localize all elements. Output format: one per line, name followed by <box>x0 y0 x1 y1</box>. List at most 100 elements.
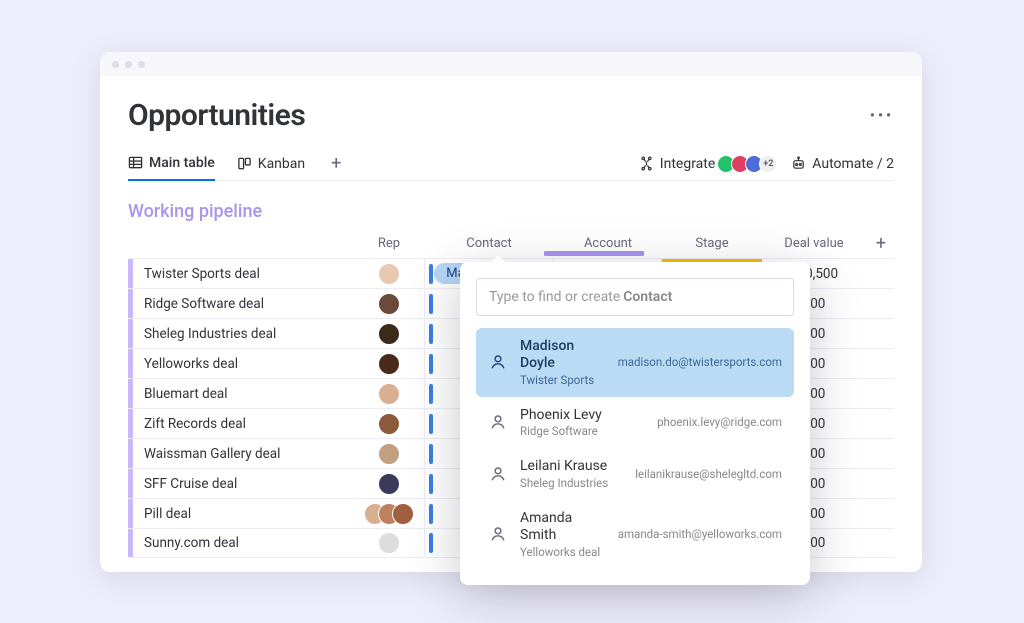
contact-option[interactable]: Amanda SmithYelloworks deal amanda-smith@… <box>476 500 794 569</box>
contact-option-email: leilanikrause@shelegltd.com <box>635 467 782 481</box>
view-tabs: Main table Kanban + <box>128 147 345 181</box>
avatar <box>378 353 400 375</box>
contact-indicator-bar <box>429 354 433 374</box>
robot-icon <box>791 156 806 171</box>
contact-option-list: Madison DoyleTwister Sports madison.do@tw… <box>476 328 794 569</box>
integrate-label: Integrate <box>660 156 716 172</box>
add-column-button[interactable]: + <box>866 233 896 254</box>
contact-indicator-bar <box>429 504 433 524</box>
traffic-light-dot <box>125 61 132 68</box>
avatar <box>378 383 400 405</box>
tab-label: Main table <box>149 155 215 171</box>
contact-option-name: Phoenix Levy <box>520 407 645 424</box>
person-icon <box>488 352 508 372</box>
contact-indicator-bar <box>429 533 433 553</box>
contact-indicator-bar <box>429 324 433 344</box>
tab-main-table[interactable]: Main table <box>128 147 215 181</box>
stage-underline-highlight <box>544 251 644 256</box>
search-placeholder-entity: Contact <box>623 289 672 305</box>
traffic-light-dot <box>112 61 119 68</box>
rep-cell[interactable] <box>354 413 424 435</box>
page-header: Opportunities ••• <box>128 98 894 133</box>
deal-name-cell[interactable]: Yelloworks deal <box>128 349 354 378</box>
rep-cell[interactable] <box>354 473 424 495</box>
contact-option-name: Amanda Smith <box>520 510 606 544</box>
more-menu-button[interactable]: ••• <box>870 104 894 128</box>
search-placeholder-prefix: Type to find or create <box>489 289 620 305</box>
contact-option-name: Leilani Krause <box>520 458 623 475</box>
deal-name-cell[interactable]: Sheleg Industries deal <box>128 319 354 348</box>
avatar <box>378 443 400 465</box>
app-window: Opportunities ••• Main table Kanban + In… <box>100 52 922 572</box>
integrate-button[interactable]: Integrate +2 <box>639 155 778 173</box>
page-title: Opportunities <box>128 98 305 133</box>
rep-cell[interactable] <box>354 383 424 405</box>
contact-option-info: Leilani KrauseSheleg Industries <box>520 458 623 490</box>
col-account[interactable]: Account <box>554 236 662 251</box>
contact-picker-popover: Type to find or create Contact Madison D… <box>460 262 810 585</box>
contact-option-name: Madison Doyle <box>520 338 606 372</box>
window-titlebar <box>100 52 922 76</box>
contact-indicator-bar <box>429 474 433 494</box>
avatar <box>378 263 400 285</box>
contact-indicator-bar <box>429 384 433 404</box>
rep-cell[interactable] <box>354 353 424 375</box>
person-icon <box>488 524 508 544</box>
deal-name-cell[interactable]: Waissman Gallery deal <box>128 439 354 468</box>
contact-option-info: Amanda SmithYelloworks deal <box>520 510 606 559</box>
deal-name-cell[interactable]: Twister Sports deal <box>128 259 354 288</box>
rep-cell[interactable] <box>354 323 424 345</box>
contact-indicator-bar <box>429 444 433 464</box>
integration-more-badge[interactable]: +2 <box>759 155 777 173</box>
automate-button[interactable]: Automate / 2 <box>791 156 894 172</box>
group-title[interactable]: Working pipeline <box>128 201 894 222</box>
rep-cell[interactable] <box>354 263 424 285</box>
tab-kanban[interactable]: Kanban <box>237 147 305 181</box>
deal-name-cell[interactable]: SFF Cruise deal <box>128 469 354 498</box>
contact-search-input[interactable]: Type to find or create Contact <box>476 278 794 316</box>
col-contact[interactable]: Contact <box>424 236 554 251</box>
avatar <box>378 532 400 554</box>
contact-option-company: Twister Sports <box>520 373 606 387</box>
integrate-icon <box>639 156 654 171</box>
contact-indicator-bar <box>429 294 433 314</box>
deal-name-cell[interactable]: Zift Records deal <box>128 409 354 438</box>
deal-name-cell[interactable]: Pill deal <box>128 499 354 528</box>
toolbar-right: Integrate +2 Automate / 2 <box>639 155 894 173</box>
rep-cell[interactable] <box>354 503 424 525</box>
avatar <box>378 323 400 345</box>
rep-cell[interactable] <box>354 293 424 315</box>
contact-option-email: madison.do@twistersports.com <box>618 355 782 369</box>
rep-cell[interactable] <box>354 532 424 554</box>
rep-cell[interactable] <box>354 443 424 465</box>
contact-option[interactable]: Madison DoyleTwister Sports madison.do@tw… <box>476 328 794 397</box>
person-icon <box>488 464 508 484</box>
deal-name-cell[interactable]: Sunny.com deal <box>128 529 354 557</box>
deal-name-cell[interactable]: Ridge Software deal <box>128 289 354 318</box>
contact-option-email: amanda-smith@yelloworks.com <box>618 527 782 541</box>
contact-option-email: phoenix.levy@ridge.com <box>657 415 782 429</box>
deal-name-cell[interactable]: Bluemart deal <box>128 379 354 408</box>
traffic-light-dot <box>138 61 145 68</box>
view-tabs-row: Main table Kanban + Integrate +2 <box>128 147 894 181</box>
avatar <box>378 293 400 315</box>
avatar <box>378 473 400 495</box>
tab-label: Kanban <box>258 156 305 172</box>
col-stage[interactable]: Stage <box>662 236 762 251</box>
contact-option-company: Sheleg Industries <box>520 476 623 490</box>
contact-indicator-bar <box>429 264 433 284</box>
contact-option-info: Phoenix LevyRidge Software <box>520 407 645 439</box>
col-rep[interactable]: Rep <box>354 236 424 251</box>
add-view-button[interactable]: + <box>327 153 345 174</box>
contact-option-info: Madison DoyleTwister Sports <box>520 338 606 387</box>
contact-option[interactable]: Phoenix LevyRidge Software phoenix.levy@r… <box>476 397 794 449</box>
automate-label: Automate / 2 <box>812 156 894 172</box>
contact-option-company: Ridge Software <box>520 424 645 438</box>
table-icon <box>128 155 143 170</box>
col-value[interactable]: Deal value <box>762 236 866 251</box>
contact-indicator-bar <box>429 414 433 434</box>
contact-option[interactable]: Leilani KrauseSheleg Industries leilanikr… <box>476 448 794 500</box>
kanban-icon <box>237 156 252 171</box>
avatar <box>392 503 414 525</box>
person-icon <box>488 412 508 432</box>
